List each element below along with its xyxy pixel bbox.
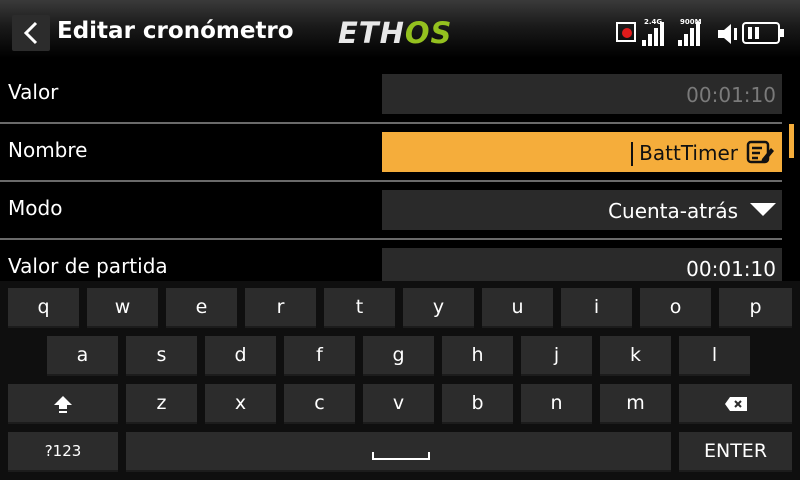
key-c[interactable]: c [284,384,355,424]
space-icon [372,452,430,460]
key-i[interactable]: i [561,288,632,328]
row-mode: Modo Cuenta-atrás [0,182,782,238]
key-e[interactable]: e [166,288,237,328]
edit-icon[interactable] [746,139,776,165]
text-cursor [631,142,633,166]
key-h[interactable]: h [442,336,513,376]
header: Editar cronómetro ETHOS 2.4G 900M [0,0,800,58]
row-label: Modo [8,196,63,220]
key-y[interactable]: y [403,288,474,328]
key-s[interactable]: s [126,336,197,376]
key-k[interactable]: k [600,336,671,376]
space-key[interactable] [126,432,671,472]
signal-icon: 2.4G [642,18,668,46]
key-g[interactable]: g [363,336,434,376]
key-v[interactable]: v [363,384,434,424]
key-x[interactable]: x [205,384,276,424]
row-label: Valor de partida [8,254,168,278]
row-label: Nombre [8,138,88,162]
enter-key[interactable]: ENTER [679,432,792,472]
key-w[interactable]: w [87,288,158,328]
start-value-text: 00:01:10 [686,257,776,281]
backspace-key[interactable] [679,384,792,424]
record-icon [616,22,636,42]
backspace-icon [724,396,747,411]
signal-icon: 900M [678,18,704,46]
back-icon [23,21,38,45]
speaker-icon [718,24,737,44]
key-o[interactable]: o [640,288,711,328]
row-name: Nombre BattTimer [0,124,782,180]
ethos-logo: ETHOS [338,16,453,50]
key-j[interactable]: j [521,336,592,376]
value-text: 00:01:10 [686,83,776,107]
keyboard: q w e r t y u i o p a s d f g h j k l z … [0,281,800,480]
key-f[interactable]: f [284,336,355,376]
key-b[interactable]: b [442,384,513,424]
key-p[interactable]: p [719,288,792,328]
row-value: Valor 00:01:10 [0,66,782,122]
mode-dropdown[interactable]: Cuenta-atrás [382,190,782,230]
battery-icon [742,22,784,44]
shift-key[interactable] [8,384,118,424]
key-d[interactable]: d [205,336,276,376]
symbols-key[interactable]: ?123 [8,432,118,472]
page-title: Editar cronómetro [57,18,294,44]
key-t[interactable]: t [324,288,395,328]
key-n[interactable]: n [521,384,592,424]
key-z[interactable]: z [126,384,197,424]
back-button[interactable] [12,15,50,51]
scroll-indicator [789,124,794,158]
mode-text: Cuenta-atrás [608,199,738,223]
key-u[interactable]: u [482,288,553,328]
shift-icon [54,395,72,413]
key-a[interactable]: a [47,336,118,376]
chevron-down-icon [750,203,776,216]
name-text: BattTimer [639,141,738,165]
key-l[interactable]: l [679,336,750,376]
key-m[interactable]: m [600,384,671,424]
name-input[interactable]: BattTimer [382,132,782,172]
status-bar: 2.4G 900M [612,18,792,48]
value-field[interactable]: 00:01:10 [382,74,782,114]
key-r[interactable]: r [245,288,316,328]
key-q[interactable]: q [8,288,79,328]
row-label: Valor [8,80,59,104]
